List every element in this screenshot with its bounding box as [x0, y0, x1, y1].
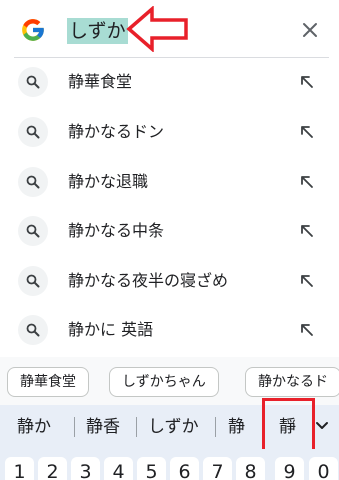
candidate-divider	[136, 417, 137, 437]
keyboard-number-row: 1 2 3 4 5 6 7 8 9 0	[0, 449, 339, 480]
suggestion-text: 静かなる中条	[68, 221, 165, 240]
chevron-down-icon[interactable]	[314, 418, 330, 434]
key-5[interactable]: 5	[137, 457, 166, 480]
suggestion-item[interactable]: 静かな退職	[0, 158, 339, 206]
key-9[interactable]: 9	[275, 457, 304, 480]
search-bar: しずか	[0, 0, 339, 58]
suggestion-text: 静かなる夜半の寝ざめ	[68, 271, 229, 290]
fill-query-arrow-icon[interactable]	[298, 123, 316, 141]
search-icon	[18, 167, 48, 197]
search-icon	[18, 315, 48, 345]
google-g-logo	[22, 19, 44, 41]
key-2[interactable]: 2	[38, 457, 67, 480]
ime-candidate[interactable]: 静香	[86, 415, 120, 439]
fill-query-arrow-icon[interactable]	[298, 73, 316, 91]
suggestion-item[interactable]: 静かなる中条	[0, 207, 339, 255]
fill-query-arrow-icon[interactable]	[298, 272, 316, 290]
search-icon	[18, 266, 48, 296]
suggestion-text: 静かな退職	[68, 172, 149, 191]
search-icon	[18, 67, 48, 97]
annotation-highlight-box	[262, 398, 315, 452]
search-icon	[18, 117, 48, 147]
suggestion-item[interactable]: 静かなる夜半の寝ざめ	[0, 257, 339, 305]
suggestion-text: 静華食堂	[68, 72, 133, 91]
fill-query-arrow-icon[interactable]	[298, 321, 316, 339]
key-8[interactable]: 8	[236, 457, 265, 480]
suggestion-text: 静かなるドン	[68, 122, 165, 141]
suggestion-chip[interactable]: 静華食堂	[7, 367, 89, 397]
suggestion-item[interactable]: 静かなるドン	[0, 108, 339, 156]
fill-query-arrow-icon[interactable]	[298, 222, 316, 240]
search-icon	[18, 216, 48, 246]
candidate-divider	[74, 417, 75, 437]
key-7[interactable]: 7	[203, 457, 232, 480]
key-1[interactable]: 1	[5, 457, 34, 480]
key-4[interactable]: 4	[104, 457, 133, 480]
ime-candidate[interactable]: 静	[228, 415, 245, 439]
key-0[interactable]: 0	[309, 457, 338, 480]
fill-query-arrow-icon[interactable]	[298, 173, 316, 191]
ime-candidate[interactable]: しずか	[148, 415, 199, 439]
annotation-arrow-icon	[126, 6, 188, 52]
close-icon[interactable]	[296, 16, 324, 44]
suggestion-text: 静かに 英語	[68, 320, 154, 339]
candidate-divider	[215, 417, 216, 437]
search-input[interactable]: しずか	[67, 18, 128, 44]
ime-candidate[interactable]: 静か	[17, 415, 51, 439]
key-3[interactable]: 3	[71, 457, 100, 480]
suggestion-item[interactable]: 静華食堂	[0, 58, 339, 106]
suggestion-chip[interactable]: 静かなるド	[245, 367, 339, 397]
suggestion-item[interactable]: 静かに 英語	[0, 306, 339, 354]
suggestion-chip[interactable]: しずかちゃん	[109, 367, 219, 397]
key-6[interactable]: 6	[170, 457, 199, 480]
